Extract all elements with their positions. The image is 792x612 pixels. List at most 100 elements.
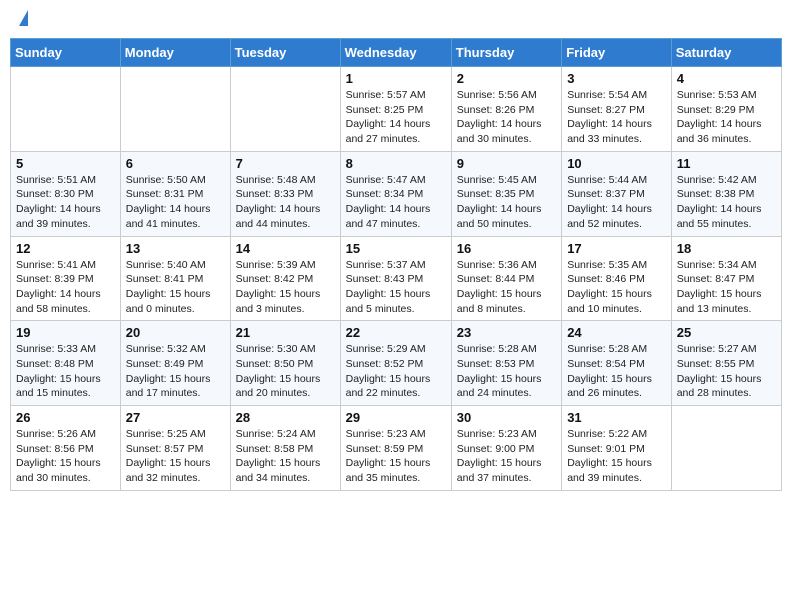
day-number: 11	[677, 156, 776, 171]
calendar-cell: 19Sunrise: 5:33 AM Sunset: 8:48 PM Dayli…	[11, 321, 121, 406]
day-number: 17	[567, 241, 666, 256]
calendar-cell: 10Sunrise: 5:44 AM Sunset: 8:37 PM Dayli…	[562, 151, 672, 236]
calendar-header-row: SundayMondayTuesdayWednesdayThursdayFrid…	[11, 39, 782, 67]
day-info: Sunrise: 5:53 AM Sunset: 8:29 PM Dayligh…	[677, 88, 776, 147]
calendar-cell	[230, 67, 340, 152]
calendar-cell: 20 Sunrise: 5:32 AM Sunset: 8:49 PM Dayli…	[120, 321, 230, 406]
day-info: Sunrise: 5:40 AM Sunset: 8:41 PM Dayligh…	[126, 258, 225, 317]
calendar-cell: 5 Sunrise: 5:51 AM Sunset: 8:30 PM Daylig…	[11, 151, 121, 236]
day-number: 3	[567, 71, 666, 86]
day-number: 27	[126, 410, 225, 425]
day-number: 8	[346, 156, 446, 171]
day-info: Sunrise: 5:32 AM Sunset: 8:49 PM Dayligh…	[126, 342, 225, 401]
day-info: Sunrise: 5:37 AM Sunset: 8:43 PM Dayligh…	[346, 258, 446, 317]
day-number: 6	[126, 156, 225, 171]
day-number: 22	[346, 325, 446, 340]
calendar-week-row: 12 Sunrise: 5:41 AM Sunset: 8:39 PM Dayli…	[11, 236, 782, 321]
day-info: Sunrise: 5:36 AM Sunset: 8:44 PM Dayligh…	[457, 258, 556, 317]
day-number: 15	[346, 241, 446, 256]
calendar-cell: 18 Sunrise: 5:34 AM Sunset: 8:47 PM Dayli…	[671, 236, 781, 321]
day-info: Sunrise: 5:45 AM Sunset: 8:35 PM Dayligh…	[457, 173, 556, 232]
day-number: 14	[236, 241, 335, 256]
day-info: Sunrise: 5:28 AM Sunset: 8:54 PM Dayligh…	[567, 342, 666, 401]
day-info: Sunrise: 5:35 AM Sunset: 8:46 PM Dayligh…	[567, 258, 666, 317]
day-info: Sunrise: 5:57 AM Sunset: 8:25 PM Dayligh…	[346, 88, 446, 147]
day-info: Sunrise: 5:51 AM Sunset: 8:30 PM Dayligh…	[16, 173, 115, 232]
day-of-week-header: Wednesday	[340, 39, 451, 67]
day-of-week-header: Monday	[120, 39, 230, 67]
calendar-cell: 13 Sunrise: 5:40 AM Sunset: 8:41 PM Dayli…	[120, 236, 230, 321]
day-info: Sunrise: 5:33 AM Sunset: 8:48 PM Dayligh…	[16, 342, 115, 401]
calendar-cell: 12 Sunrise: 5:41 AM Sunset: 8:39 PM Dayli…	[11, 236, 121, 321]
calendar-cell: 28 Sunrise: 5:24 AM Sunset: 8:58 PM Dayli…	[230, 406, 340, 491]
day-number: 12	[16, 241, 115, 256]
calendar-cell	[11, 67, 121, 152]
day-info: Sunrise: 5:48 AM Sunset: 8:33 PM Dayligh…	[236, 173, 335, 232]
day-of-week-header: Saturday	[671, 39, 781, 67]
day-of-week-header: Friday	[562, 39, 672, 67]
day-number: 30	[457, 410, 556, 425]
day-number: 2	[457, 71, 556, 86]
day-number: 16	[457, 241, 556, 256]
day-info: Sunrise: 5:24 AM Sunset: 8:58 PM Dayligh…	[236, 427, 335, 486]
logo-triangle-icon	[19, 10, 28, 26]
day-number: 7	[236, 156, 335, 171]
day-info: Sunrise: 5:22 AM Sunset: 9:01 PM Dayligh…	[567, 427, 666, 486]
calendar-week-row: 1 Sunrise: 5:57 AM Sunset: 8:25 PM Daylig…	[11, 67, 782, 152]
day-number: 13	[126, 241, 225, 256]
calendar-cell: 24 Sunrise: 5:28 AM Sunset: 8:54 PM Dayli…	[562, 321, 672, 406]
day-number: 18	[677, 241, 776, 256]
day-info: Sunrise: 5:47 AM Sunset: 8:34 PM Dayligh…	[346, 173, 446, 232]
calendar-cell: 15 Sunrise: 5:37 AM Sunset: 8:43 PM Dayli…	[340, 236, 451, 321]
day-info: Sunrise: 5:42 AM Sunset: 8:38 PM Dayligh…	[677, 173, 776, 232]
day-info: Sunrise: 5:28 AM Sunset: 8:53 PM Dayligh…	[457, 342, 556, 401]
day-info: Sunrise: 5:23 AM Sunset: 9:00 PM Dayligh…	[457, 427, 556, 486]
day-of-week-header: Sunday	[11, 39, 121, 67]
day-number: 28	[236, 410, 335, 425]
calendar-cell: 21 Sunrise: 5:30 AM Sunset: 8:50 PM Dayli…	[230, 321, 340, 406]
calendar-cell: 8 Sunrise: 5:47 AM Sunset: 8:34 PM Daylig…	[340, 151, 451, 236]
day-info: Sunrise: 5:30 AM Sunset: 8:50 PM Dayligh…	[236, 342, 335, 401]
day-info: Sunrise: 5:27 AM Sunset: 8:55 PM Dayligh…	[677, 342, 776, 401]
calendar-cell: 16 Sunrise: 5:36 AM Sunset: 8:44 PM Dayli…	[451, 236, 561, 321]
day-number: 9	[457, 156, 556, 171]
day-info: Sunrise: 5:50 AM Sunset: 8:31 PM Dayligh…	[126, 173, 225, 232]
calendar-cell: 29Sunrise: 5:23 AM Sunset: 8:59 PM Dayli…	[340, 406, 451, 491]
day-info: Sunrise: 5:56 AM Sunset: 8:26 PM Dayligh…	[457, 88, 556, 147]
day-number: 24	[567, 325, 666, 340]
calendar-cell: 2 Sunrise: 5:56 AM Sunset: 8:26 PM Daylig…	[451, 67, 561, 152]
calendar-week-row: 26 Sunrise: 5:26 AM Sunset: 8:56 PM Dayli…	[11, 406, 782, 491]
page-header	[10, 10, 782, 30]
day-info: Sunrise: 5:26 AM Sunset: 8:56 PM Dayligh…	[16, 427, 115, 486]
logo	[18, 14, 28, 26]
day-number: 26	[16, 410, 115, 425]
day-info: Sunrise: 5:41 AM Sunset: 8:39 PM Dayligh…	[16, 258, 115, 317]
day-number: 5	[16, 156, 115, 171]
day-info: Sunrise: 5:23 AM Sunset: 8:59 PM Dayligh…	[346, 427, 446, 486]
calendar-cell: 22Sunrise: 5:29 AM Sunset: 8:52 PM Dayli…	[340, 321, 451, 406]
calendar-cell: 27Sunrise: 5:25 AM Sunset: 8:57 PM Dayli…	[120, 406, 230, 491]
calendar-cell: 9 Sunrise: 5:45 AM Sunset: 8:35 PM Daylig…	[451, 151, 561, 236]
day-info: Sunrise: 5:39 AM Sunset: 8:42 PM Dayligh…	[236, 258, 335, 317]
calendar-cell: 1 Sunrise: 5:57 AM Sunset: 8:25 PM Daylig…	[340, 67, 451, 152]
calendar-table: SundayMondayTuesdayWednesdayThursdayFrid…	[10, 38, 782, 491]
calendar-cell: 26 Sunrise: 5:26 AM Sunset: 8:56 PM Dayli…	[11, 406, 121, 491]
calendar-cell: 31 Sunrise: 5:22 AM Sunset: 9:01 PM Dayli…	[562, 406, 672, 491]
calendar-cell	[120, 67, 230, 152]
calendar-cell: 14 Sunrise: 5:39 AM Sunset: 8:42 PM Dayli…	[230, 236, 340, 321]
calendar-cell: 23Sunrise: 5:28 AM Sunset: 8:53 PM Dayli…	[451, 321, 561, 406]
calendar-cell: 25Sunrise: 5:27 AM Sunset: 8:55 PM Dayli…	[671, 321, 781, 406]
day-info: Sunrise: 5:44 AM Sunset: 8:37 PM Dayligh…	[567, 173, 666, 232]
day-info: Sunrise: 5:34 AM Sunset: 8:47 PM Dayligh…	[677, 258, 776, 317]
day-number: 20	[126, 325, 225, 340]
calendar-week-row: 5 Sunrise: 5:51 AM Sunset: 8:30 PM Daylig…	[11, 151, 782, 236]
calendar-cell: 7 Sunrise: 5:48 AM Sunset: 8:33 PM Daylig…	[230, 151, 340, 236]
day-number: 31	[567, 410, 666, 425]
calendar-week-row: 19Sunrise: 5:33 AM Sunset: 8:48 PM Dayli…	[11, 321, 782, 406]
day-number: 21	[236, 325, 335, 340]
calendar-cell: 3Sunrise: 5:54 AM Sunset: 8:27 PM Daylig…	[562, 67, 672, 152]
day-of-week-header: Thursday	[451, 39, 561, 67]
calendar-cell: 4Sunrise: 5:53 AM Sunset: 8:29 PM Daylig…	[671, 67, 781, 152]
day-number: 1	[346, 71, 446, 86]
calendar-cell: 11 Sunrise: 5:42 AM Sunset: 8:38 PM Dayli…	[671, 151, 781, 236]
